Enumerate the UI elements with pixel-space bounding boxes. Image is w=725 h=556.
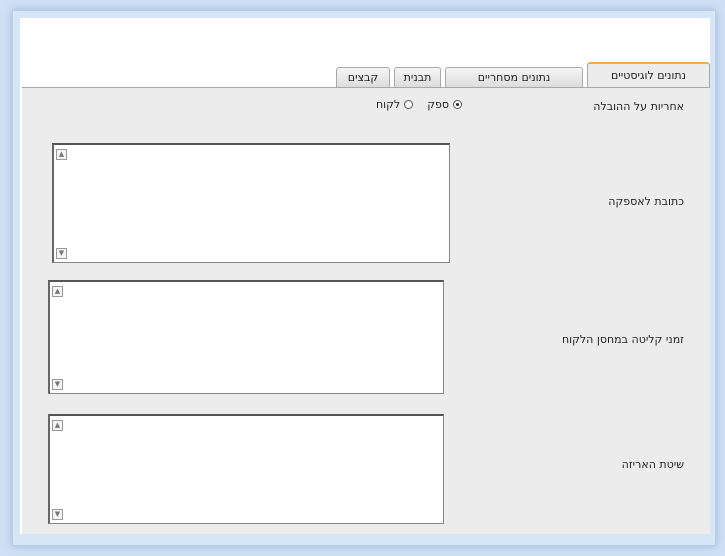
supply-address-label: כתובת לאספקה: [608, 195, 684, 208]
supply-address-textarea[interactable]: ▲ ▼: [52, 143, 450, 263]
delivery-responsibility-radio-group: ספק לקוח: [376, 98, 462, 111]
tab-logistics-data[interactable]: נתונים לוגיסטיים: [587, 62, 710, 88]
warehouse-times-label: זמני קליטה במחסן הלקוח: [561, 333, 684, 346]
tab-files[interactable]: קבצים: [336, 67, 390, 87]
scroll-up-icon[interactable]: ▲: [56, 149, 67, 160]
radio-customer[interactable]: [404, 100, 414, 109]
tab-bar: קבצים תבנית נתונים מסחריים נתונים לוגיסט…: [20, 18, 710, 88]
tab-template[interactable]: תבנית: [394, 67, 441, 87]
main-panel: קבצים תבנית נתונים מסחריים נתונים לוגיסט…: [20, 18, 710, 534]
warehouse-times-textarea[interactable]: ▲ ▼: [48, 280, 444, 394]
scroll-down-icon[interactable]: ▼: [56, 248, 67, 259]
tab-commercial-data[interactable]: נתונים מסחריים: [445, 67, 583, 87]
scroll-up-icon[interactable]: ▲: [52, 286, 63, 297]
packing-method-label: שיטת האריזה: [621, 458, 684, 471]
radio-customer-label: לקוח: [375, 98, 401, 111]
tab-content: אחריות על ההובלה ספק לקוח כתובת לאספקה ▲…: [22, 88, 710, 534]
scroll-down-icon[interactable]: ▼: [52, 379, 63, 390]
radio-supplier-label: ספק: [427, 98, 449, 111]
delivery-responsibility-label: אחריות על ההובלה: [593, 100, 684, 113]
scroll-down-icon[interactable]: ▼: [52, 509, 63, 520]
scroll-up-icon[interactable]: ▲: [52, 420, 63, 431]
radio-supplier[interactable]: [453, 100, 462, 109]
packing-method-textarea[interactable]: ▲ ▼: [48, 414, 444, 524]
